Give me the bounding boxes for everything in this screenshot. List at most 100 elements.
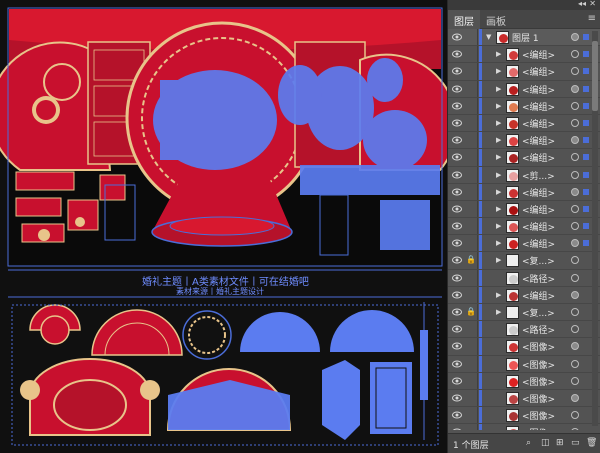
target-circle-icon[interactable] [571,290,579,299]
layer-name[interactable]: <复...> [522,306,555,319]
selection-square-icon[interactable] [583,102,589,109]
sublayer-row[interactable]: ▶ <编组> [448,132,600,150]
sublayer-row[interactable]: ▶ <编组> [448,46,600,64]
visibility-eye-icon[interactable] [452,153,462,161]
expand-arrow-icon[interactable]: ▶ [496,153,501,161]
visibility-eye-icon[interactable] [452,205,462,213]
visibility-eye-icon[interactable] [452,394,462,402]
target-circle-icon[interactable] [571,33,579,41]
lock-icon[interactable]: 🔒 [466,307,476,316]
layer-name[interactable]: <复...> [522,254,555,267]
expand-arrow-icon[interactable]: ▶ [496,188,501,196]
visibility-eye-icon[interactable] [452,428,462,430]
target-circle-icon[interactable] [571,118,579,127]
target-circle-icon[interactable] [571,101,579,110]
target-circle-icon[interactable] [571,153,579,162]
sublayer-row[interactable]: ▶ <编组> [448,97,600,115]
visibility-eye-icon[interactable] [452,119,462,127]
sublayer-row[interactable]: <图像> [448,389,600,408]
layer-name[interactable]: <编组> [522,289,555,302]
visibility-eye-icon[interactable] [452,342,462,350]
visibility-eye-icon[interactable] [452,308,462,316]
lock-icon[interactable]: 🔒 [466,255,476,264]
layer-name[interactable]: 图层 1 [512,31,539,44]
sublayer-row[interactable]: 🔒 ▶ <复...> [448,304,600,322]
expand-arrow-icon[interactable]: ▶ [496,119,501,127]
visibility-eye-icon[interactable] [452,291,462,299]
selection-square-icon[interactable] [583,85,589,92]
layer-name[interactable]: <编组> [522,134,555,147]
target-circle-icon[interactable] [571,273,579,282]
expand-arrow-icon[interactable]: ▶ [496,239,501,247]
layer-name[interactable]: <编组> [522,48,555,61]
selection-square-icon[interactable] [583,188,589,195]
expand-arrow-icon[interactable]: ▶ [496,171,501,179]
visibility-eye-icon[interactable] [452,411,462,419]
visibility-eye-icon[interactable] [452,222,462,230]
visibility-eye-icon[interactable] [452,360,462,368]
sublayer-row[interactable]: <路径> [448,321,600,339]
layer-name[interactable]: <编组> [522,186,555,199]
layer-name[interactable]: <图像> [522,375,555,388]
layer-name[interactable]: <图像> [522,409,555,422]
target-circle-icon[interactable] [571,325,579,334]
target-circle-icon[interactable] [571,222,579,231]
selection-square-icon[interactable] [583,68,589,75]
expand-arrow-icon[interactable]: ▶ [496,205,501,213]
delete-icon[interactable]: 🗑 [586,438,597,448]
locate-object-icon[interactable]: ⌕ [526,438,531,448]
target-circle-icon[interactable] [571,239,579,248]
visibility-eye-icon[interactable] [452,67,462,75]
visibility-eye-icon[interactable] [452,85,462,93]
target-circle-icon[interactable] [571,359,579,368]
close-panel-icon[interactable]: ✕ [589,0,596,8]
expand-arrow-icon[interactable]: ▶ [496,256,501,264]
layer-name[interactable]: <图像> [522,426,555,430]
target-circle-icon[interactable] [571,428,579,430]
visibility-eye-icon[interactable] [452,171,462,179]
layer-name[interactable]: <编组> [522,117,555,130]
visibility-eye-icon[interactable] [452,325,462,333]
expand-arrow-icon[interactable]: ▶ [496,85,501,93]
collapse-panel-icon[interactable]: ◂◂ [578,0,586,8]
visibility-eye-icon[interactable] [452,136,462,144]
make-clipping-mask-icon[interactable]: ◫ [541,438,550,448]
layer-name[interactable]: <剪...> [522,169,555,182]
sublayer-row[interactable]: <图像> [448,372,600,390]
selection-square-icon[interactable] [583,137,589,144]
sublayer-row[interactable]: <图像> [448,424,600,430]
expand-arrow-icon[interactable]: ▶ [496,136,501,144]
target-circle-icon[interactable] [571,411,579,420]
layer-name[interactable]: <编组> [522,100,555,113]
sublayer-row[interactable]: ▶ <编组> [448,286,600,304]
layer-name[interactable]: <编组> [522,83,555,96]
layer-row[interactable]: ▼ 图层 1 [448,29,600,47]
expand-arrow-icon[interactable]: ▶ [496,102,501,110]
target-circle-icon[interactable] [571,170,579,179]
selection-square-icon[interactable] [583,119,589,126]
layer-name[interactable]: <图像> [522,358,555,371]
tab-artboards[interactable]: 画板 [480,10,512,29]
target-circle-icon[interactable] [571,187,579,196]
layer-name[interactable]: <编组> [522,65,555,78]
target-circle-icon[interactable] [571,50,579,59]
sublayer-row[interactable]: <图像> [448,355,600,373]
expand-arrow-icon[interactable]: ▶ [496,222,501,230]
sublayer-row[interactable]: 🔒 ▶ <复...> [448,252,600,270]
layer-name[interactable]: <路径> [522,272,555,285]
target-circle-icon[interactable] [571,67,579,76]
layer-name[interactable]: <图像> [522,340,555,353]
sublayer-row[interactable]: ▶ <编组> [448,63,600,81]
collapse-arrow-icon[interactable]: ▼ [486,33,491,41]
visibility-eye-icon[interactable] [452,256,462,264]
sublayer-row[interactable]: <图像> [448,338,600,356]
sublayer-row[interactable]: ▶ <编组> [448,114,600,133]
layer-name[interactable]: <编组> [522,220,555,233]
expand-arrow-icon[interactable]: ▶ [496,67,501,75]
selection-square-icon[interactable] [583,154,589,161]
expand-arrow-icon[interactable]: ▶ [496,50,501,58]
target-circle-icon[interactable] [571,204,579,213]
selection-square-icon[interactable] [583,171,589,178]
layer-list-scrollbar[interactable] [592,31,598,426]
sublayer-row[interactable]: <图像> [448,407,600,425]
